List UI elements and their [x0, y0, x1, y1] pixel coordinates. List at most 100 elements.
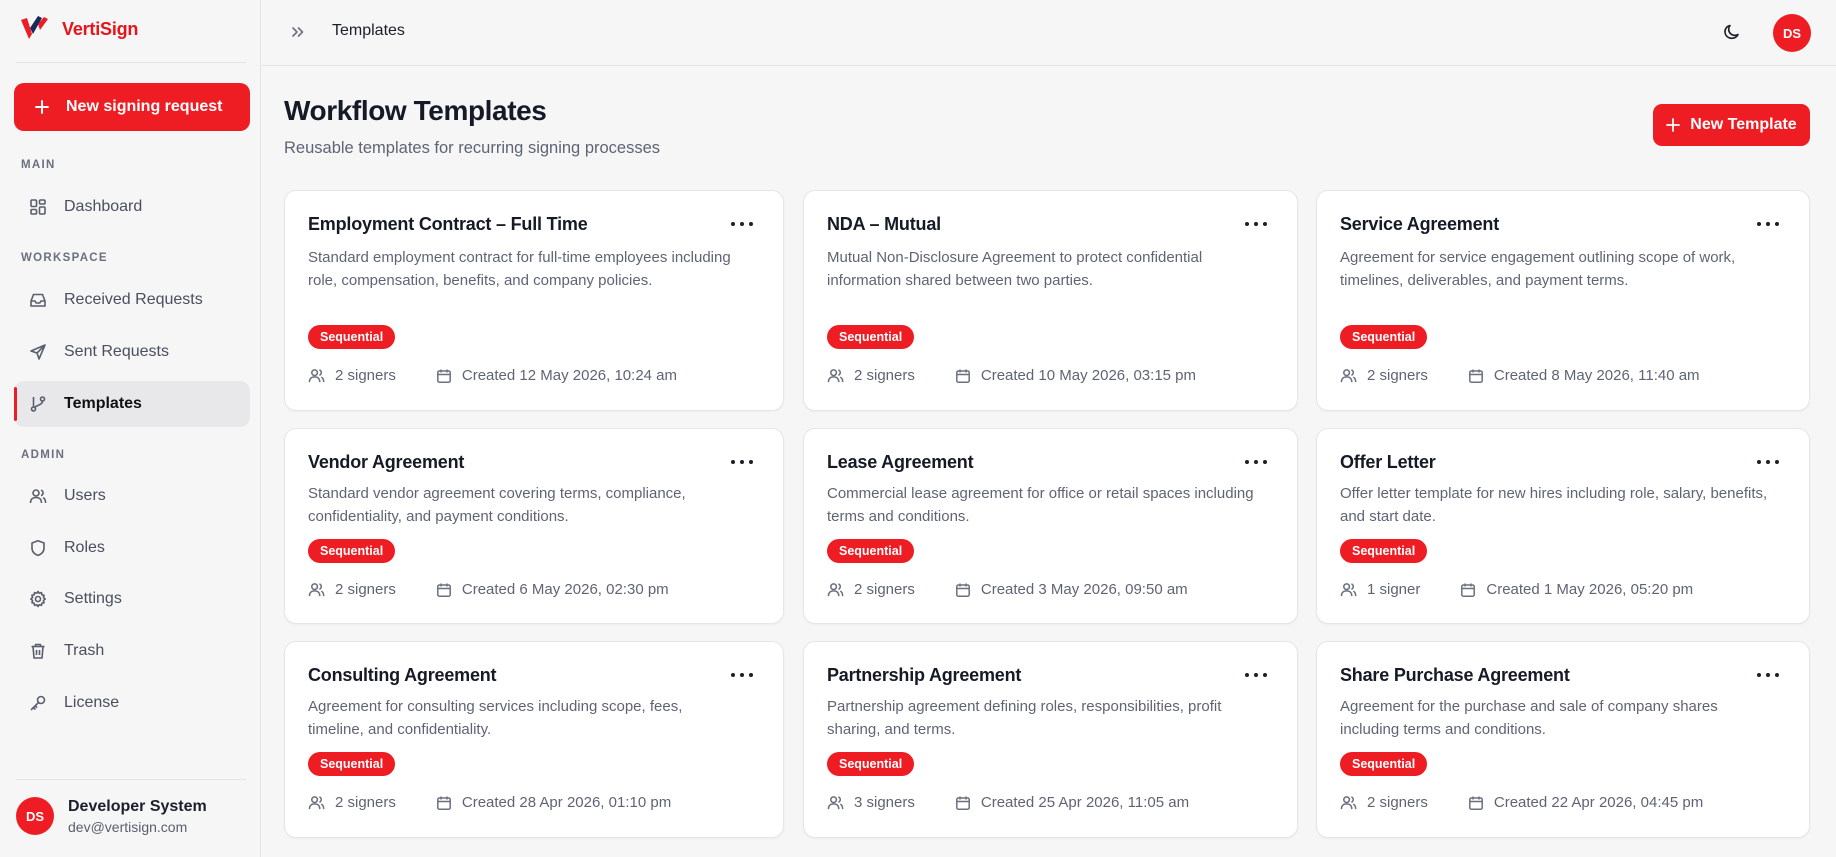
- more-options-icon[interactable]: [1757, 667, 1779, 683]
- created-date: Created 10 May 2026, 03:15 pm: [980, 367, 1197, 384]
- created-date: Created 12 May 2026, 10:24 am: [461, 367, 678, 384]
- created-date: Created 28 Apr 2026, 01:10 pm: [461, 794, 672, 811]
- divider: [16, 779, 246, 780]
- signer-count: 1 signer: [1367, 581, 1421, 598]
- users-icon: [308, 367, 325, 384]
- template-title: Employment Contract – Full Time: [308, 214, 588, 234]
- sidebar-item-label: Trash: [64, 642, 105, 659]
- new-template-button[interactable]: New Template: [1653, 104, 1810, 146]
- template-meta: 1 signer Created 1 May 2026, 05:20 pm: [1340, 581, 1693, 598]
- sidebar-item-received-requests[interactable]: Received Requests: [14, 277, 250, 323]
- template-description: Standard vendor agreement covering terms…: [308, 485, 686, 525]
- sidebar-item-license[interactable]: License: [14, 680, 250, 726]
- signer-count: 2 signers: [335, 367, 396, 384]
- template-card[interactable]: Vendor Agreement Standard vendor agreeme…: [284, 428, 784, 624]
- sidebar-item-settings[interactable]: Settings: [14, 576, 250, 622]
- template-title: Lease Agreement: [827, 452, 974, 472]
- more-options-icon[interactable]: [1245, 216, 1267, 232]
- sidebar-item-dashboard[interactable]: Dashboard: [14, 184, 250, 230]
- users-icon: [827, 581, 844, 598]
- more-options-icon[interactable]: [731, 216, 753, 232]
- status-badge: Sequential: [827, 752, 915, 776]
- user-avatar-button[interactable]: DS: [1773, 14, 1811, 52]
- created-date: Created 3 May 2026, 09:50 am: [980, 581, 1188, 598]
- topbar: Templates DS: [262, 0, 1836, 66]
- calendar-icon: [955, 795, 971, 811]
- template-description: Offer letter template for new hires incl…: [1340, 485, 1768, 525]
- sidebar-item-sent-requests[interactable]: Sent Requests: [14, 329, 250, 375]
- more-options-icon[interactable]: [1757, 454, 1779, 470]
- sidebar-item-roles[interactable]: Roles: [14, 525, 250, 571]
- more-options-icon[interactable]: [1245, 454, 1267, 470]
- user-name: Developer System: [68, 797, 207, 815]
- status-badge: Sequential: [1340, 325, 1428, 349]
- calendar-icon: [436, 582, 452, 598]
- created-date: Created 22 Apr 2026, 04:45 pm: [1493, 794, 1704, 811]
- template-description: Agreement for consulting services includ…: [308, 698, 683, 738]
- moon-icon[interactable]: [1722, 22, 1742, 47]
- section-label-workspace: WORKSPACE: [21, 252, 108, 264]
- template-title: Partnership Agreement: [827, 665, 1022, 685]
- signer-count: 2 signers: [1367, 794, 1428, 811]
- brand[interactable]: VertiSign: [18, 14, 138, 44]
- created-date: Created 8 May 2026, 11:40 am: [1493, 367, 1700, 384]
- user-email: dev@vertisign.com: [68, 818, 188, 835]
- template-title: Share Purchase Agreement: [1340, 665, 1570, 685]
- status-badge: Sequential: [308, 325, 396, 349]
- template-title: Offer Letter: [1340, 452, 1436, 472]
- signer-count: 2 signers: [335, 581, 396, 598]
- template-card[interactable]: Consulting Agreement Agreement for consu…: [284, 641, 784, 838]
- calendar-icon: [1468, 795, 1484, 811]
- page-title: Workflow Templates: [284, 95, 547, 126]
- status-badge: Sequential: [308, 539, 396, 563]
- template-description: Mutual Non-Disclosure Agreement to prote…: [827, 249, 1203, 289]
- template-title: NDA – Mutual: [827, 214, 941, 234]
- template-meta: 2 signers Created 8 May 2026, 11:40 am: [1340, 367, 1700, 384]
- sidebar-item-label: Received Requests: [64, 291, 203, 308]
- key-icon: [28, 693, 48, 713]
- divider: [16, 62, 246, 63]
- template-title: Service Agreement: [1340, 214, 1500, 234]
- new-signing-request-button[interactable]: New signing request: [14, 83, 250, 131]
- template-description: Agreement for the purchase and sale of c…: [1340, 698, 1718, 738]
- more-options-icon[interactable]: [1757, 216, 1779, 232]
- more-options-icon[interactable]: [731, 454, 753, 470]
- sidebar-item-trash[interactable]: Trash: [14, 628, 250, 674]
- status-badge: Sequential: [308, 752, 396, 776]
- template-card[interactable]: NDA – Mutual Mutual Non-Disclosure Agree…: [803, 190, 1298, 411]
- template-card[interactable]: Offer Letter Offer letter template for n…: [1316, 428, 1810, 624]
- calendar-icon: [955, 368, 971, 384]
- sidebar-item-label: Roles: [64, 539, 105, 556]
- user-profile[interactable]: DS Developer System dev@vertisign.com: [16, 797, 207, 835]
- more-options-icon[interactable]: [1245, 667, 1267, 683]
- sidebar-item-label: Settings: [64, 590, 122, 607]
- template-meta: 3 signers Created 25 Apr 2026, 11:05 am: [827, 794, 1189, 811]
- template-meta: 2 signers Created 6 May 2026, 02:30 pm: [308, 581, 669, 598]
- more-options-icon[interactable]: [731, 667, 753, 683]
- vertisign-logo-icon: [21, 16, 48, 39]
- expand-sidebar-icon[interactable]: [288, 22, 308, 47]
- sidebar-item-templates[interactable]: Templates: [14, 381, 250, 427]
- signer-count: 3 signers: [854, 794, 915, 811]
- created-date: Created 25 Apr 2026, 11:05 am: [980, 794, 1190, 811]
- users-icon: [308, 581, 325, 598]
- calendar-icon: [955, 582, 971, 598]
- users-icon: [827, 794, 844, 811]
- template-description: Standard employment contract for full-ti…: [308, 249, 731, 289]
- template-card[interactable]: Lease Agreement Commercial lease agreeme…: [803, 428, 1298, 624]
- new-signing-request-label: New signing request: [66, 98, 223, 115]
- status-badge: Sequential: [1340, 539, 1428, 563]
- template-card[interactable]: Service Agreement Agreement for service …: [1316, 190, 1810, 411]
- trash-icon: [28, 641, 48, 661]
- template-meta: 2 signers Created 22 Apr 2026, 04:45 pm: [1340, 794, 1703, 811]
- calendar-icon: [1468, 368, 1484, 384]
- calendar-icon: [436, 795, 452, 811]
- created-date: Created 1 May 2026, 05:20 pm: [1486, 581, 1694, 598]
- template-card[interactable]: Share Purchase Agreement Agreement for t…: [1316, 641, 1810, 838]
- template-card[interactable]: Partnership Agreement Partnership agreem…: [803, 641, 1298, 838]
- sidebar-item-users[interactable]: Users: [14, 473, 250, 519]
- page-subtitle: Reusable templates for recurring signing…: [284, 139, 661, 157]
- template-description: Commercial lease agreement for office or…: [827, 485, 1254, 525]
- template-card[interactable]: Employment Contract – Full Time Standard…: [284, 190, 784, 411]
- status-badge: Sequential: [1340, 752, 1428, 776]
